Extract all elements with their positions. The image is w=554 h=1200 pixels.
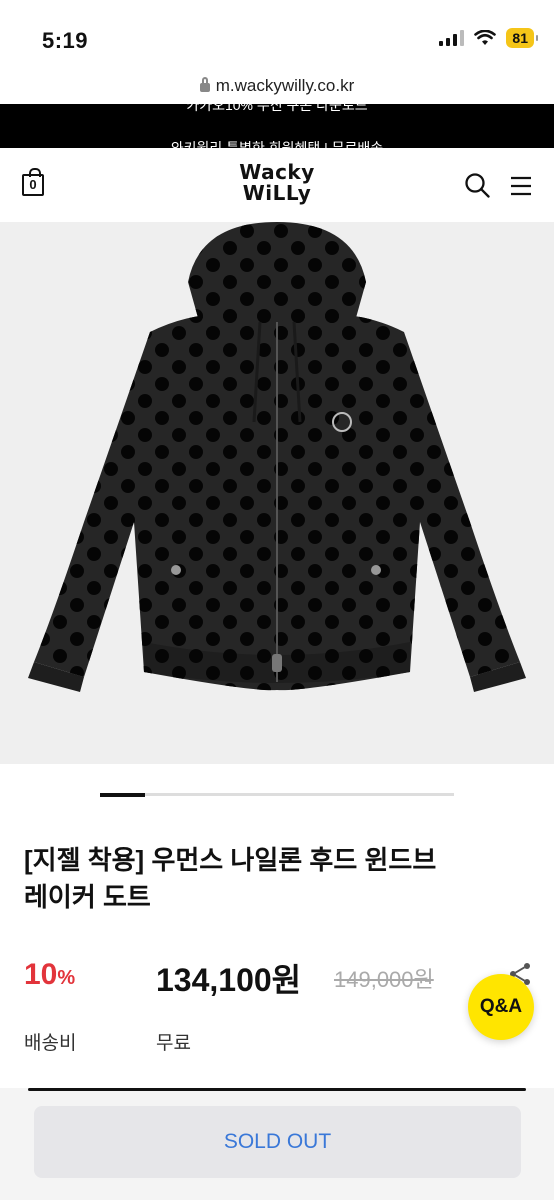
bottom-action-bar: SOLD OUT [0, 1088, 554, 1200]
battery-indicator: 81 [506, 28, 538, 48]
discount-rate: 10% [24, 958, 75, 992]
image-carousel-indicator[interactable] [100, 792, 454, 797]
address-bar[interactable]: m.wackywilly.co.kr [0, 76, 554, 104]
status-bar: 5:19 81 [0, 0, 554, 78]
product-image[interactable] [0, 222, 554, 764]
discount-unit: % [57, 967, 76, 989]
logo-line-1: Wacky [239, 160, 315, 184]
jacket-illustration [28, 222, 526, 692]
promo-banner[interactable]: 카카오10% 무진 쿠폰 다운로드 와키윌리 특별한 회원혜택 | 무료배송 [0, 104, 554, 148]
search-icon[interactable] [464, 172, 490, 198]
promo-banner-line-1: 카카오10% 무진 쿠폰 다운로드 [186, 104, 368, 113]
carousel-active-segment [100, 792, 145, 797]
logo-line-2: WiLLy [242, 181, 312, 205]
lock-icon [199, 77, 210, 92]
hamburger-menu-icon[interactable] [510, 176, 532, 196]
cellular-signal-icon [439, 30, 465, 46]
sold-out-button[interactable]: SOLD OUT [34, 1106, 521, 1178]
wifi-icon [474, 30, 497, 45]
brand-logo[interactable]: Wacky WiLLy [235, 162, 319, 204]
shipping-fee-label: 배송비 [24, 1033, 77, 1054]
qa-floating-button[interactable]: Q&A [468, 974, 534, 1040]
status-indicators: 81 [439, 28, 538, 48]
original-price: 149,000원 [334, 967, 434, 992]
status-time: 5:19 [42, 28, 89, 53]
url-text: m.wackywilly.co.kr [215, 76, 355, 95]
product-title: [지젤 착용] 우먼스 나일론 후드 윈드브레이커 도트 [24, 845, 437, 912]
discount-rate-value: 10 [24, 958, 58, 991]
sale-price: 134,100원 [156, 962, 302, 998]
promo-banner-line-2: 와키윌리 특별한 회원혜택 | 무료배송 [170, 140, 384, 148]
shopping-bag-icon[interactable]: 0 [22, 168, 44, 196]
shipping-fee-value: 무료 [156, 1033, 191, 1054]
